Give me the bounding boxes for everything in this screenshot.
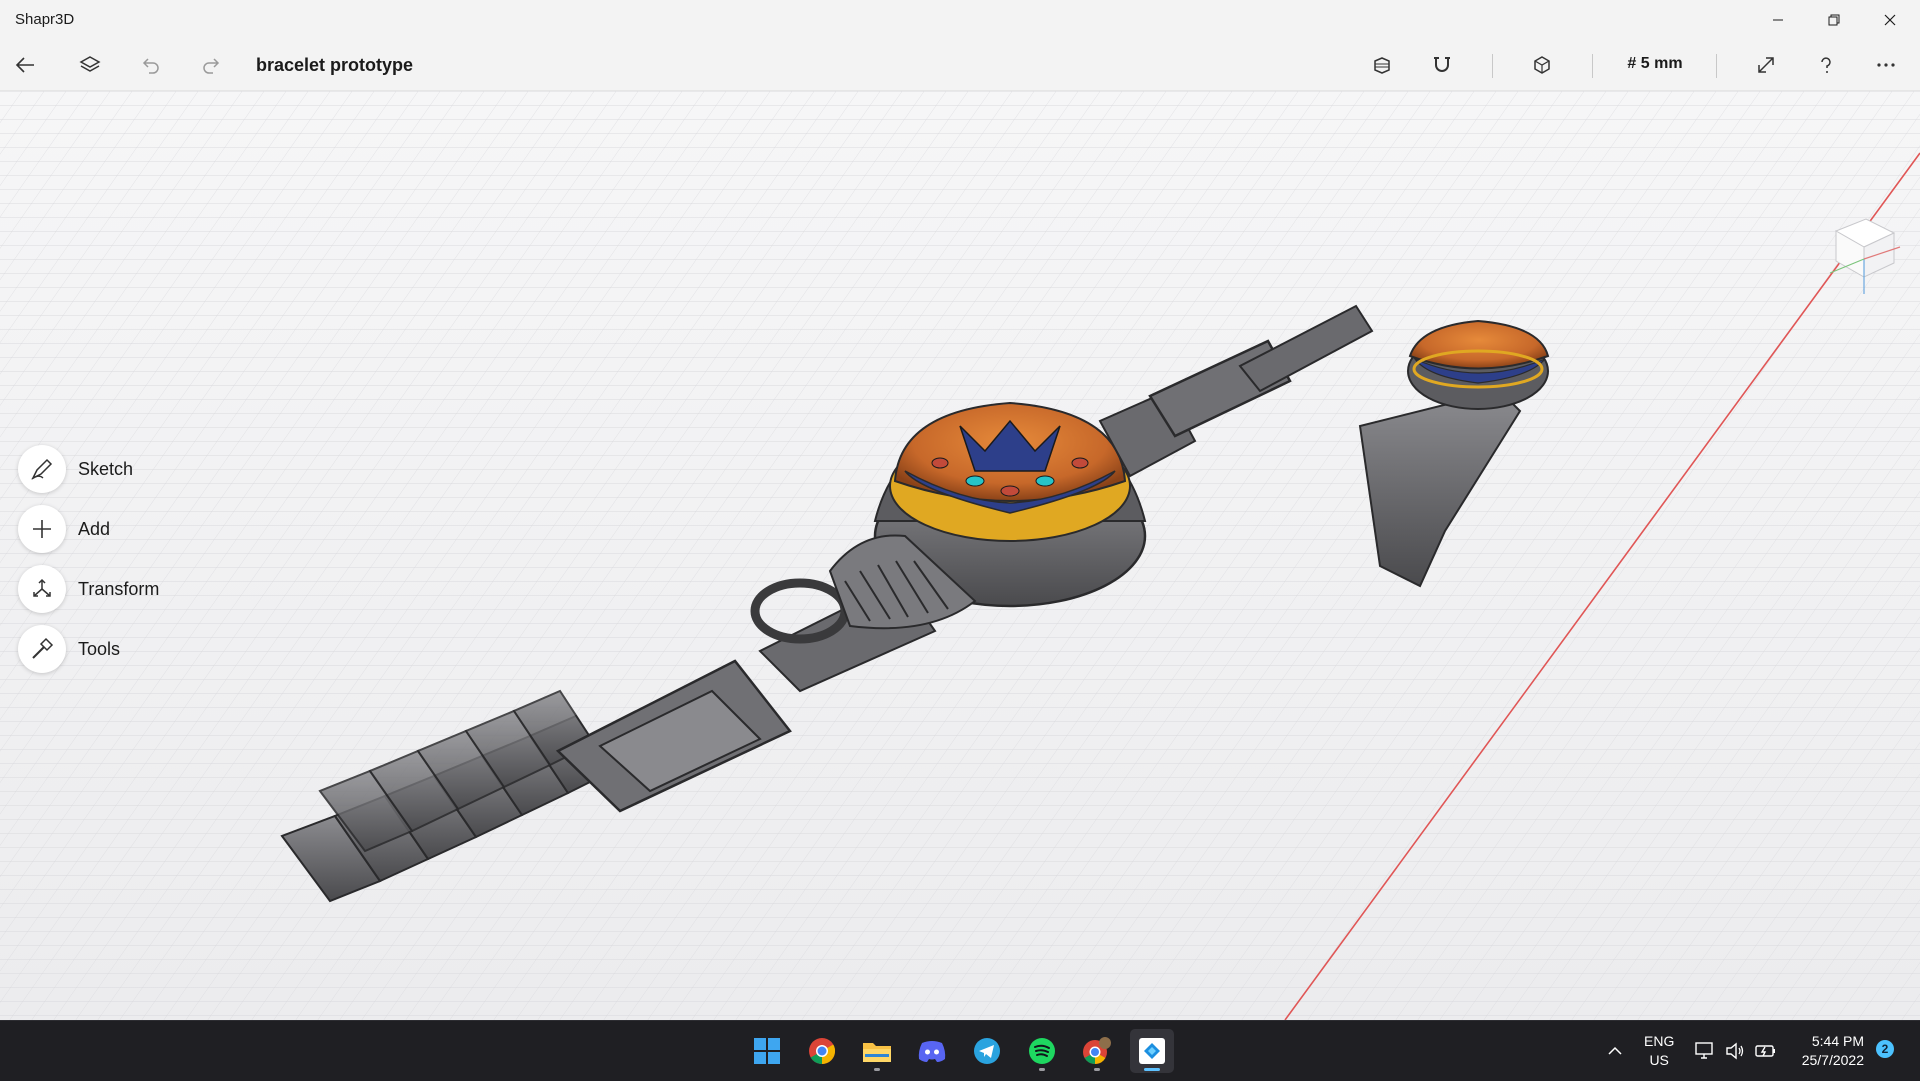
hammer-icon	[18, 625, 66, 673]
clock-time: 5:44 PM	[1811, 1033, 1864, 1049]
more-options-button[interactable]	[1868, 47, 1904, 83]
view-cube-icon	[1534, 56, 1550, 74]
question-icon	[1821, 57, 1831, 73]
taskbar-shapr3d[interactable]	[1130, 1029, 1174, 1073]
back-button[interactable]	[7, 47, 43, 83]
chevron-up-icon	[1608, 1046, 1622, 1055]
tray-overflow-button[interactable]	[1605, 1021, 1625, 1081]
tools-menu-label: Tools	[78, 638, 121, 659]
taskbar-telegram[interactable]	[965, 1029, 1009, 1073]
redo-icon	[203, 58, 220, 74]
grid-size-indicator[interactable]: # 5 mm	[1620, 55, 1690, 73]
undo-button[interactable]	[133, 47, 169, 83]
restore-button[interactable]	[1806, 0, 1862, 40]
snapping-button[interactable]	[1424, 47, 1460, 83]
close-button[interactable]	[1862, 0, 1918, 40]
windows-taskbar: ENG US 5:44 PM 25/7/2022	[0, 1020, 1920, 1081]
clock-date: 25/7/2022	[1801, 1052, 1864, 1068]
taskbar-chrome-profile[interactable]	[1075, 1029, 1119, 1073]
spotify-icon	[1029, 1038, 1055, 1064]
folder-icon	[863, 1043, 891, 1062]
shapr3d-icon	[1139, 1038, 1165, 1064]
taskbar-spotify[interactable]	[1020, 1029, 1064, 1073]
redo-button[interactable]	[193, 47, 229, 83]
sketch-pen-icon	[18, 445, 66, 493]
transform-tool-label: Transform	[78, 578, 160, 599]
volume-button[interactable]	[1724, 1021, 1746, 1081]
more-dots-icon	[1877, 63, 1895, 67]
document-title[interactable]: bracelet prototype	[256, 55, 413, 76]
tools-menu[interactable]: Tools	[18, 625, 120, 673]
language-code: ENG	[1644, 1033, 1675, 1049]
taskbar-file-explorer[interactable]	[855, 1029, 899, 1073]
add-tool-label: Add	[78, 518, 111, 539]
telegram-icon	[974, 1038, 1000, 1064]
visualization-button[interactable]	[1364, 47, 1400, 83]
network-monitor-icon	[1695, 1042, 1713, 1059]
3d-viewport[interactable]: Sketch Add Transform Tools	[0, 91, 1920, 1020]
toolbar-separator	[1716, 54, 1717, 78]
toolbar-separator	[1592, 54, 1593, 78]
transform-arrows-icon	[18, 565, 66, 613]
items-manager-button[interactable]	[72, 47, 108, 83]
fullscreen-button[interactable]	[1748, 47, 1784, 83]
taskbar-chrome[interactable]	[800, 1029, 844, 1073]
cube-shading-icon	[1374, 57, 1390, 74]
speaker-icon	[1726, 1042, 1744, 1060]
notification-badge[interactable]: 2	[1876, 1040, 1894, 1058]
clock-button[interactable]: 5:44 PM 25/7/2022	[1790, 1021, 1864, 1081]
windows-start-icon	[754, 1038, 780, 1064]
layers-icon	[79, 56, 101, 72]
minimize-button[interactable]	[1750, 0, 1806, 40]
close-icon	[1884, 14, 1896, 26]
transform-tool[interactable]: Transform	[18, 565, 159, 613]
language-region: US	[1649, 1052, 1669, 1068]
taskbar-start[interactable]	[745, 1029, 789, 1073]
magnet-icon	[1434, 57, 1450, 72]
language-indicator[interactable]: ENG US	[1644, 1021, 1674, 1081]
add-tool[interactable]: Add	[18, 505, 110, 553]
viewport-canvas[interactable]	[0, 91, 1920, 1020]
toolbar-separator	[1492, 54, 1493, 78]
chrome-icon	[809, 1038, 836, 1065]
plus-icon	[18, 505, 66, 553]
chrome-profile-icon	[1083, 1037, 1111, 1064]
discord-icon	[918, 1041, 946, 1062]
title-bar: Shapr3D	[0, 0, 1920, 40]
view-settings-button[interactable]	[1524, 47, 1560, 83]
app-toolbar: bracelet prototype # 5 mm	[0, 40, 1920, 91]
sketch-tool-label: Sketch	[78, 458, 134, 479]
battery-button[interactable]	[1754, 1021, 1778, 1081]
network-button[interactable]	[1694, 1021, 1716, 1081]
battery-charging-icon	[1755, 1045, 1775, 1057]
sketch-tool[interactable]: Sketch	[18, 445, 133, 493]
back-arrow-icon	[15, 57, 34, 73]
help-button[interactable]	[1808, 47, 1844, 83]
undo-icon	[142, 58, 159, 74]
minimize-icon	[1773, 19, 1783, 21]
restore-icon	[1828, 14, 1840, 26]
app-title: Shapr3D	[15, 11, 75, 28]
expand-icon	[1758, 57, 1774, 73]
taskbar-discord[interactable]	[910, 1029, 954, 1073]
